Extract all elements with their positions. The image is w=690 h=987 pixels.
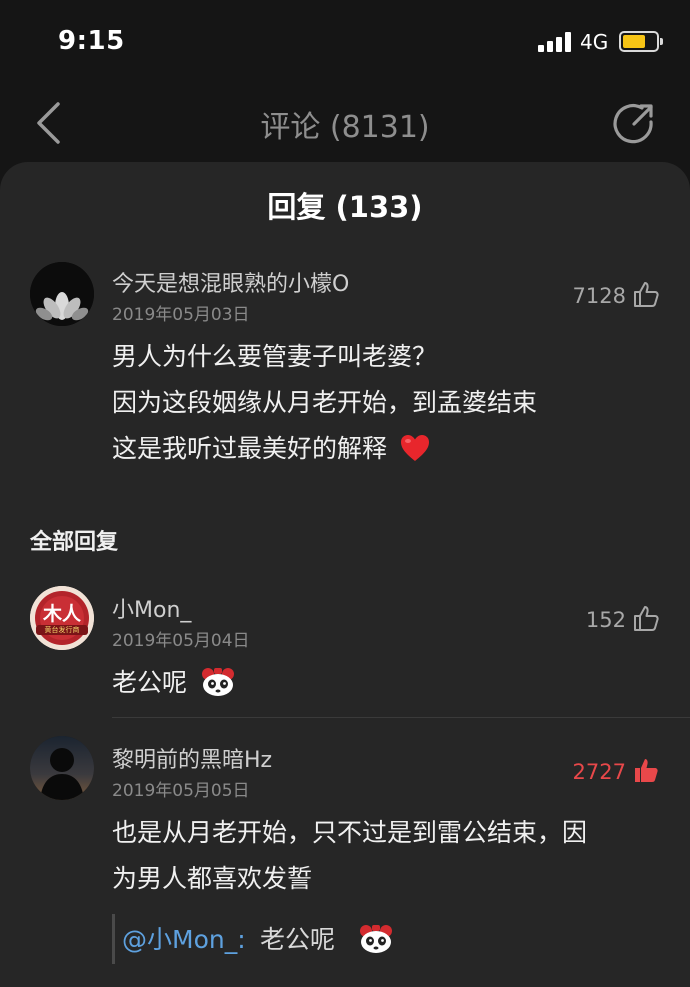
silhouette-avatar-icon <box>30 736 94 800</box>
thumbs-up-icon[interactable] <box>632 280 660 308</box>
heart-emoji-icon <box>400 435 429 461</box>
nav-bar: 评论 (8131) <box>0 86 690 162</box>
avatar-text: 木人 <box>42 603 81 625</box>
reply-username[interactable]: 小Mon_ <box>112 592 191 624</box>
like-count: 7128 <box>572 284 626 308</box>
comment-username[interactable]: 今天是想混眼熟的小檬O <box>112 266 349 298</box>
reply-text: 也是从月老开始，只不过是到雷公结束，因 为男人都喜欢发誓 <box>112 810 672 902</box>
avatar[interactable] <box>30 262 94 326</box>
page-title: 评论 (8131) <box>260 110 430 145</box>
reply-username[interactable]: 黎明前的黑暗Hz <box>112 742 272 774</box>
avatar[interactable]: 木人 黄台发行商 <box>30 586 94 650</box>
comment-line: 因为这段姻缘从月老开始，到孟婆结束 <box>112 388 538 417</box>
all-replies-label: 全部回复 <box>30 530 119 555</box>
like-count: 152 <box>585 608 626 632</box>
network-type: 4G <box>580 30 609 54</box>
comment-text: 男人为什么要管妻子叫老婆？ 因为这段姻缘从月老开始，到孟婆结束 这是我听过最美好… <box>112 334 537 472</box>
reply-date: 2019年05月04日 <box>112 631 250 651</box>
divider <box>112 717 690 718</box>
thumbs-up-icon[interactable] <box>632 604 660 632</box>
sheet-title: 回复 (133) <box>267 190 423 224</box>
reply-text-value: 老公呢 <box>112 668 188 697</box>
reply-sheet: 回复 (133) 今天是想混眼熟的小檬O 2019年05月03日 7128 男人… <box>0 162 690 987</box>
avatar[interactable] <box>30 736 94 800</box>
reply-text: 老公呢 <box>112 660 187 706</box>
reply-date: 2019年05月05日 <box>112 781 250 801</box>
quote-text: 老公呢 <box>260 925 336 954</box>
quote-mention-link[interactable]: @小Mon_: <box>122 920 246 956</box>
thumbs-up-filled-icon[interactable] <box>632 756 660 784</box>
avatar-subtext: 黄台发行商 <box>36 625 88 635</box>
reply-line: 也是从月老开始，只不过是到雷公结束，因 <box>112 818 588 847</box>
signal-icon <box>538 32 574 52</box>
lotus-avatar-icon <box>30 262 94 326</box>
comment-line: 这是我听过最美好的解释 <box>112 434 388 463</box>
status-bar: 9:15 4G <box>0 0 690 86</box>
status-time: 9:15 <box>58 26 125 56</box>
like-count: 2727 <box>572 760 626 784</box>
panda-emoji-icon <box>360 925 392 953</box>
panda-emoji-icon <box>202 668 234 696</box>
reply-line: 为男人都喜欢发誓 <box>112 864 313 893</box>
comment-date: 2019年05月03日 <box>112 305 250 325</box>
comment-line: 男人为什么要管妻子叫老婆？ <box>112 342 438 371</box>
share-icon[interactable] <box>612 102 656 146</box>
battery-icon <box>619 31 663 52</box>
